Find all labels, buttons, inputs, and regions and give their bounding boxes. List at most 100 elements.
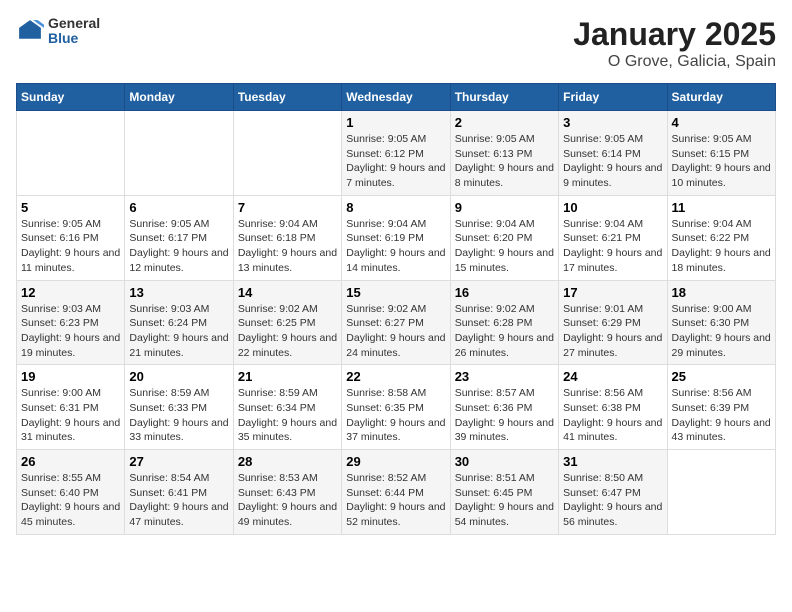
day-info: Sunrise: 9:00 AM Sunset: 6:31 PM Dayligh… [21, 386, 120, 445]
day-number: 15 [346, 285, 445, 300]
day-number: 24 [563, 369, 662, 384]
day-number: 18 [672, 285, 771, 300]
day-info: Sunrise: 9:02 AM Sunset: 6:25 PM Dayligh… [238, 302, 337, 361]
day-number: 13 [129, 285, 228, 300]
day-info: Sunrise: 9:04 AM Sunset: 6:19 PM Dayligh… [346, 217, 445, 276]
calendar-cell: 30 Sunrise: 8:51 AM Sunset: 6:45 PM Dayli… [450, 450, 558, 535]
day-info: Sunrise: 9:05 AM Sunset: 6:17 PM Dayligh… [129, 217, 228, 276]
day-info: Sunrise: 9:03 AM Sunset: 6:24 PM Dayligh… [129, 302, 228, 361]
column-header-saturday: Saturday [667, 84, 775, 111]
day-number: 19 [21, 369, 120, 384]
calendar-cell: 7 Sunrise: 9:04 AM Sunset: 6:18 PM Daylig… [233, 195, 341, 280]
column-header-sunday: Sunday [17, 84, 125, 111]
day-info: Sunrise: 9:00 AM Sunset: 6:30 PM Dayligh… [672, 302, 771, 361]
day-number: 27 [129, 454, 228, 469]
title-block: January 2025 O Grove, Galicia, Spain [573, 16, 776, 71]
day-number: 29 [346, 454, 445, 469]
calendar-week-row: 5 Sunrise: 9:05 AM Sunset: 6:16 PM Daylig… [17, 195, 776, 280]
day-info: Sunrise: 9:05 AM Sunset: 6:12 PM Dayligh… [346, 132, 445, 191]
calendar-cell: 5 Sunrise: 9:05 AM Sunset: 6:16 PM Daylig… [17, 195, 125, 280]
day-number: 30 [455, 454, 554, 469]
day-number: 22 [346, 369, 445, 384]
day-info: Sunrise: 9:04 AM Sunset: 6:22 PM Dayligh… [672, 217, 771, 276]
day-number: 20 [129, 369, 228, 384]
logo-icon [16, 17, 44, 45]
day-info: Sunrise: 8:53 AM Sunset: 6:43 PM Dayligh… [238, 471, 337, 530]
calendar-cell: 17 Sunrise: 9:01 AM Sunset: 6:29 PM Dayli… [559, 280, 667, 365]
calendar-cell: 16 Sunrise: 9:02 AM Sunset: 6:28 PM Dayli… [450, 280, 558, 365]
calendar-cell: 18 Sunrise: 9:00 AM Sunset: 6:30 PM Dayli… [667, 280, 775, 365]
calendar-cell [17, 111, 125, 196]
day-number: 21 [238, 369, 337, 384]
page-title: January 2025 [573, 16, 776, 53]
day-number: 9 [455, 200, 554, 215]
logo-blue-text: Blue [48, 31, 100, 46]
day-info: Sunrise: 8:56 AM Sunset: 6:38 PM Dayligh… [563, 386, 662, 445]
calendar-cell: 6 Sunrise: 9:05 AM Sunset: 6:17 PM Daylig… [125, 195, 233, 280]
day-info: Sunrise: 9:03 AM Sunset: 6:23 PM Dayligh… [21, 302, 120, 361]
day-number: 10 [563, 200, 662, 215]
column-header-thursday: Thursday [450, 84, 558, 111]
calendar-cell: 12 Sunrise: 9:03 AM Sunset: 6:23 PM Dayli… [17, 280, 125, 365]
calendar-cell: 29 Sunrise: 8:52 AM Sunset: 6:44 PM Dayli… [342, 450, 450, 535]
calendar-cell: 10Sunrise: 9:04 AM Sunset: 6:21 PM Dayli… [559, 195, 667, 280]
day-number: 14 [238, 285, 337, 300]
calendar-cell: 26Sunrise: 8:55 AM Sunset: 6:40 PM Dayli… [17, 450, 125, 535]
calendar-week-row: 1Sunrise: 9:05 AM Sunset: 6:12 PM Daylig… [17, 111, 776, 196]
day-number: 28 [238, 454, 337, 469]
calendar-cell: 25Sunrise: 8:56 AM Sunset: 6:39 PM Dayli… [667, 365, 775, 450]
day-number: 17 [563, 285, 662, 300]
day-info: Sunrise: 9:04 AM Sunset: 6:18 PM Dayligh… [238, 217, 337, 276]
calendar-cell [233, 111, 341, 196]
calendar-cell: 2Sunrise: 9:05 AM Sunset: 6:13 PM Daylig… [450, 111, 558, 196]
calendar-week-row: 26Sunrise: 8:55 AM Sunset: 6:40 PM Dayli… [17, 450, 776, 535]
day-info: Sunrise: 9:02 AM Sunset: 6:28 PM Dayligh… [455, 302, 554, 361]
day-info: Sunrise: 8:51 AM Sunset: 6:45 PM Dayligh… [455, 471, 554, 530]
column-header-wednesday: Wednesday [342, 84, 450, 111]
day-info: Sunrise: 8:59 AM Sunset: 6:33 PM Dayligh… [129, 386, 228, 445]
calendar-table: SundayMondayTuesdayWednesdayThursdayFrid… [16, 83, 776, 535]
day-number: 8 [346, 200, 445, 215]
day-number: 6 [129, 200, 228, 215]
calendar-cell: 24 Sunrise: 8:56 AM Sunset: 6:38 PM Dayli… [559, 365, 667, 450]
day-info: Sunrise: 9:05 AM Sunset: 6:13 PM Dayligh… [455, 132, 554, 191]
calendar-cell: 4Sunrise: 9:05 AM Sunset: 6:15 PM Daylig… [667, 111, 775, 196]
logo-general-text: General [48, 16, 100, 31]
calendar-cell: 11 Sunrise: 9:04 AM Sunset: 6:22 PM Dayli… [667, 195, 775, 280]
calendar-cell: 8 Sunrise: 9:04 AM Sunset: 6:19 PM Daylig… [342, 195, 450, 280]
logo: General Blue [16, 16, 100, 47]
day-number: 4 [672, 115, 771, 130]
logo-text: General Blue [48, 16, 100, 47]
day-number: 16 [455, 285, 554, 300]
day-info: Sunrise: 9:01 AM Sunset: 6:29 PM Dayligh… [563, 302, 662, 361]
calendar-cell: 1Sunrise: 9:05 AM Sunset: 6:12 PM Daylig… [342, 111, 450, 196]
day-info: Sunrise: 8:52 AM Sunset: 6:44 PM Dayligh… [346, 471, 445, 530]
day-number: 7 [238, 200, 337, 215]
day-info: Sunrise: 9:05 AM Sunset: 6:14 PM Dayligh… [563, 132, 662, 191]
calendar-cell: 27 Sunrise: 8:54 AM Sunset: 6:41 PM Dayli… [125, 450, 233, 535]
day-info: Sunrise: 8:56 AM Sunset: 6:39 PM Dayligh… [672, 386, 771, 445]
column-header-friday: Friday [559, 84, 667, 111]
day-info: Sunrise: 9:04 AM Sunset: 6:20 PM Dayligh… [455, 217, 554, 276]
calendar-cell: 15Sunrise: 9:02 AM Sunset: 6:27 PM Dayli… [342, 280, 450, 365]
day-number: 3 [563, 115, 662, 130]
day-number: 12 [21, 285, 120, 300]
calendar-cell: 3 Sunrise: 9:05 AM Sunset: 6:14 PM Daylig… [559, 111, 667, 196]
day-number: 23 [455, 369, 554, 384]
calendar-cell [125, 111, 233, 196]
day-number: 31 [563, 454, 662, 469]
day-info: Sunrise: 8:58 AM Sunset: 6:35 PM Dayligh… [346, 386, 445, 445]
day-number: 11 [672, 200, 771, 215]
day-info: Sunrise: 8:55 AM Sunset: 6:40 PM Dayligh… [21, 471, 120, 530]
calendar-week-row: 12 Sunrise: 9:03 AM Sunset: 6:23 PM Dayli… [17, 280, 776, 365]
calendar-cell: 28 Sunrise: 8:53 AM Sunset: 6:43 PM Dayli… [233, 450, 341, 535]
column-header-tuesday: Tuesday [233, 84, 341, 111]
day-info: Sunrise: 9:05 AM Sunset: 6:16 PM Dayligh… [21, 217, 120, 276]
calendar-cell: 22 Sunrise: 8:58 AM Sunset: 6:35 PM Dayli… [342, 365, 450, 450]
page-header: General Blue January 2025 O Grove, Galic… [16, 16, 776, 71]
day-number: 5 [21, 200, 120, 215]
calendar-header-row: SundayMondayTuesdayWednesdayThursdayFrid… [17, 84, 776, 111]
calendar-cell: 21Sunrise: 8:59 AM Sunset: 6:34 PM Dayli… [233, 365, 341, 450]
day-info: Sunrise: 8:54 AM Sunset: 6:41 PM Dayligh… [129, 471, 228, 530]
calendar-cell: 31Sunrise: 8:50 AM Sunset: 6:47 PM Dayli… [559, 450, 667, 535]
